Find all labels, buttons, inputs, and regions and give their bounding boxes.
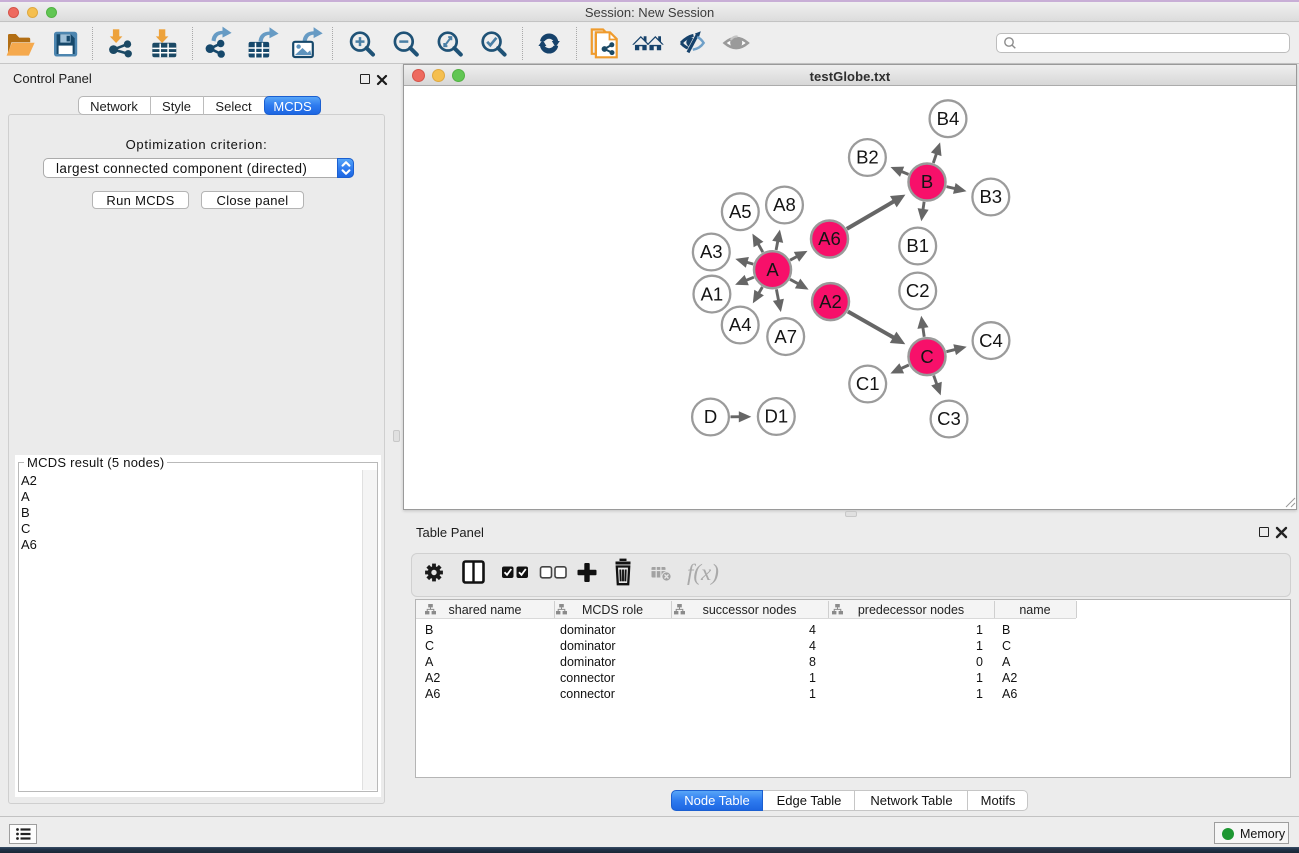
svg-text:A6: A6: [818, 228, 841, 249]
svg-text:C3: C3: [937, 408, 961, 429]
svg-text:A5: A5: [729, 201, 752, 222]
svg-text:A1: A1: [701, 283, 724, 304]
svg-text:B3: B3: [979, 186, 1002, 207]
svg-text:A4: A4: [729, 314, 752, 335]
svg-text:A3: A3: [700, 241, 723, 262]
svg-text:f(x): f(x): [687, 560, 719, 585]
svg-text:B4: B4: [937, 108, 960, 129]
svg-text:A8: A8: [773, 194, 796, 215]
svg-text:C1: C1: [856, 373, 880, 394]
svg-text:A: A: [766, 259, 779, 280]
svg-text:D: D: [704, 406, 717, 427]
svg-text:C4: C4: [979, 330, 1003, 351]
svg-text:B: B: [921, 171, 933, 192]
svg-text:A2: A2: [819, 291, 842, 312]
svg-text:B2: B2: [856, 147, 879, 168]
svg-text:B1: B1: [906, 235, 929, 256]
svg-text:C2: C2: [906, 280, 930, 301]
svg-text:A7: A7: [774, 326, 797, 347]
svg-text:D1: D1: [764, 406, 788, 427]
svg-text:C: C: [920, 346, 933, 367]
